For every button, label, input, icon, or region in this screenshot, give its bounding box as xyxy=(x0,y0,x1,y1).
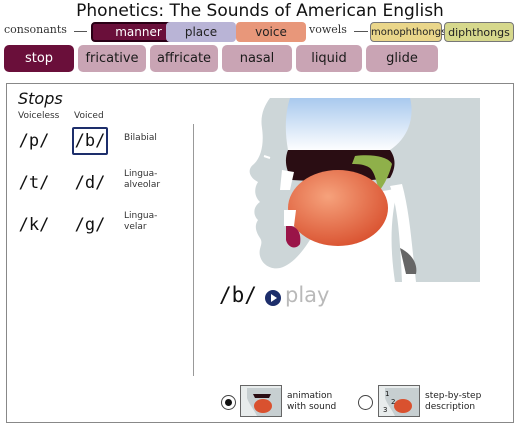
option-line: step-by-step xyxy=(425,391,482,401)
phoneme-g[interactable]: /g/ xyxy=(72,211,108,239)
phoneme-k[interactable]: /k/ xyxy=(16,211,52,239)
divider xyxy=(354,31,368,32)
subtab-stop[interactable]: stop xyxy=(4,45,74,72)
svg-text:2: 2 xyxy=(391,398,395,406)
animation-radio[interactable] xyxy=(221,395,236,410)
play-label[interactable]: play xyxy=(285,283,329,307)
selected-phoneme: /b/ xyxy=(219,283,257,307)
option-line: with sound xyxy=(287,402,337,412)
subtab-nasal[interactable]: nasal xyxy=(222,45,292,72)
svg-text:3: 3 xyxy=(383,406,387,414)
place-label-line: Lingua- xyxy=(124,169,158,179)
phoneme-t[interactable]: /t/ xyxy=(16,169,52,197)
option-line: animation xyxy=(287,391,333,401)
step-by-step-option-label: step-by-step description xyxy=(425,391,481,413)
place-label-linguavelar: Lingua- velar xyxy=(124,211,157,233)
subtab-affricate[interactable]: affricate xyxy=(150,45,218,72)
panel-divider xyxy=(193,124,194,376)
place-label-bilabial: Bilabial xyxy=(124,133,157,144)
page-title: Phonetics: The Sounds of American Englis… xyxy=(76,1,444,21)
tab-voice[interactable]: voice xyxy=(236,22,306,42)
svg-text:1: 1 xyxy=(385,390,389,398)
vocal-tract-illustration xyxy=(249,98,480,282)
tab-place[interactable]: place xyxy=(166,22,236,42)
column-header-voiced: Voiced xyxy=(74,111,104,121)
subtab-fricative[interactable]: fricative xyxy=(78,45,146,72)
phoneme-b[interactable]: /b/ xyxy=(72,127,108,155)
place-label-line: alveolar xyxy=(124,180,161,190)
place-label-linguaalveolar: Lingua- alveolar xyxy=(124,169,160,191)
step-by-step-radio[interactable] xyxy=(358,395,373,410)
play-button[interactable] xyxy=(265,290,281,306)
tab-monophthongs[interactable]: monophthongs xyxy=(370,22,446,42)
place-label-line: velar xyxy=(124,222,147,232)
vowels-label: vowels xyxy=(309,23,347,36)
consonants-label: consonants xyxy=(4,23,67,36)
subtab-glide[interactable]: glide xyxy=(366,45,438,72)
steps-icon: 1 2 3 xyxy=(383,388,419,416)
animation-thumbnail[interactable] xyxy=(240,385,282,417)
phoneme-d[interactable]: /d/ xyxy=(72,169,108,197)
animation-option-label: animation with sound xyxy=(287,391,336,413)
option-line: description xyxy=(425,402,476,412)
tab-diphthongs[interactable]: diphthongs xyxy=(444,22,514,42)
divider xyxy=(74,31,87,32)
panel-heading: Stops xyxy=(18,89,63,108)
head-icon xyxy=(247,388,281,416)
column-header-voiceless: Voiceless xyxy=(18,111,60,121)
place-label-line: Bilabial xyxy=(124,133,157,143)
phoneme-p[interactable]: /p/ xyxy=(16,127,52,155)
step-by-step-thumbnail[interactable]: 1 2 3 xyxy=(378,385,420,417)
subtab-liquid[interactable]: liquid xyxy=(296,45,362,72)
place-label-line: Lingua- xyxy=(124,211,158,221)
